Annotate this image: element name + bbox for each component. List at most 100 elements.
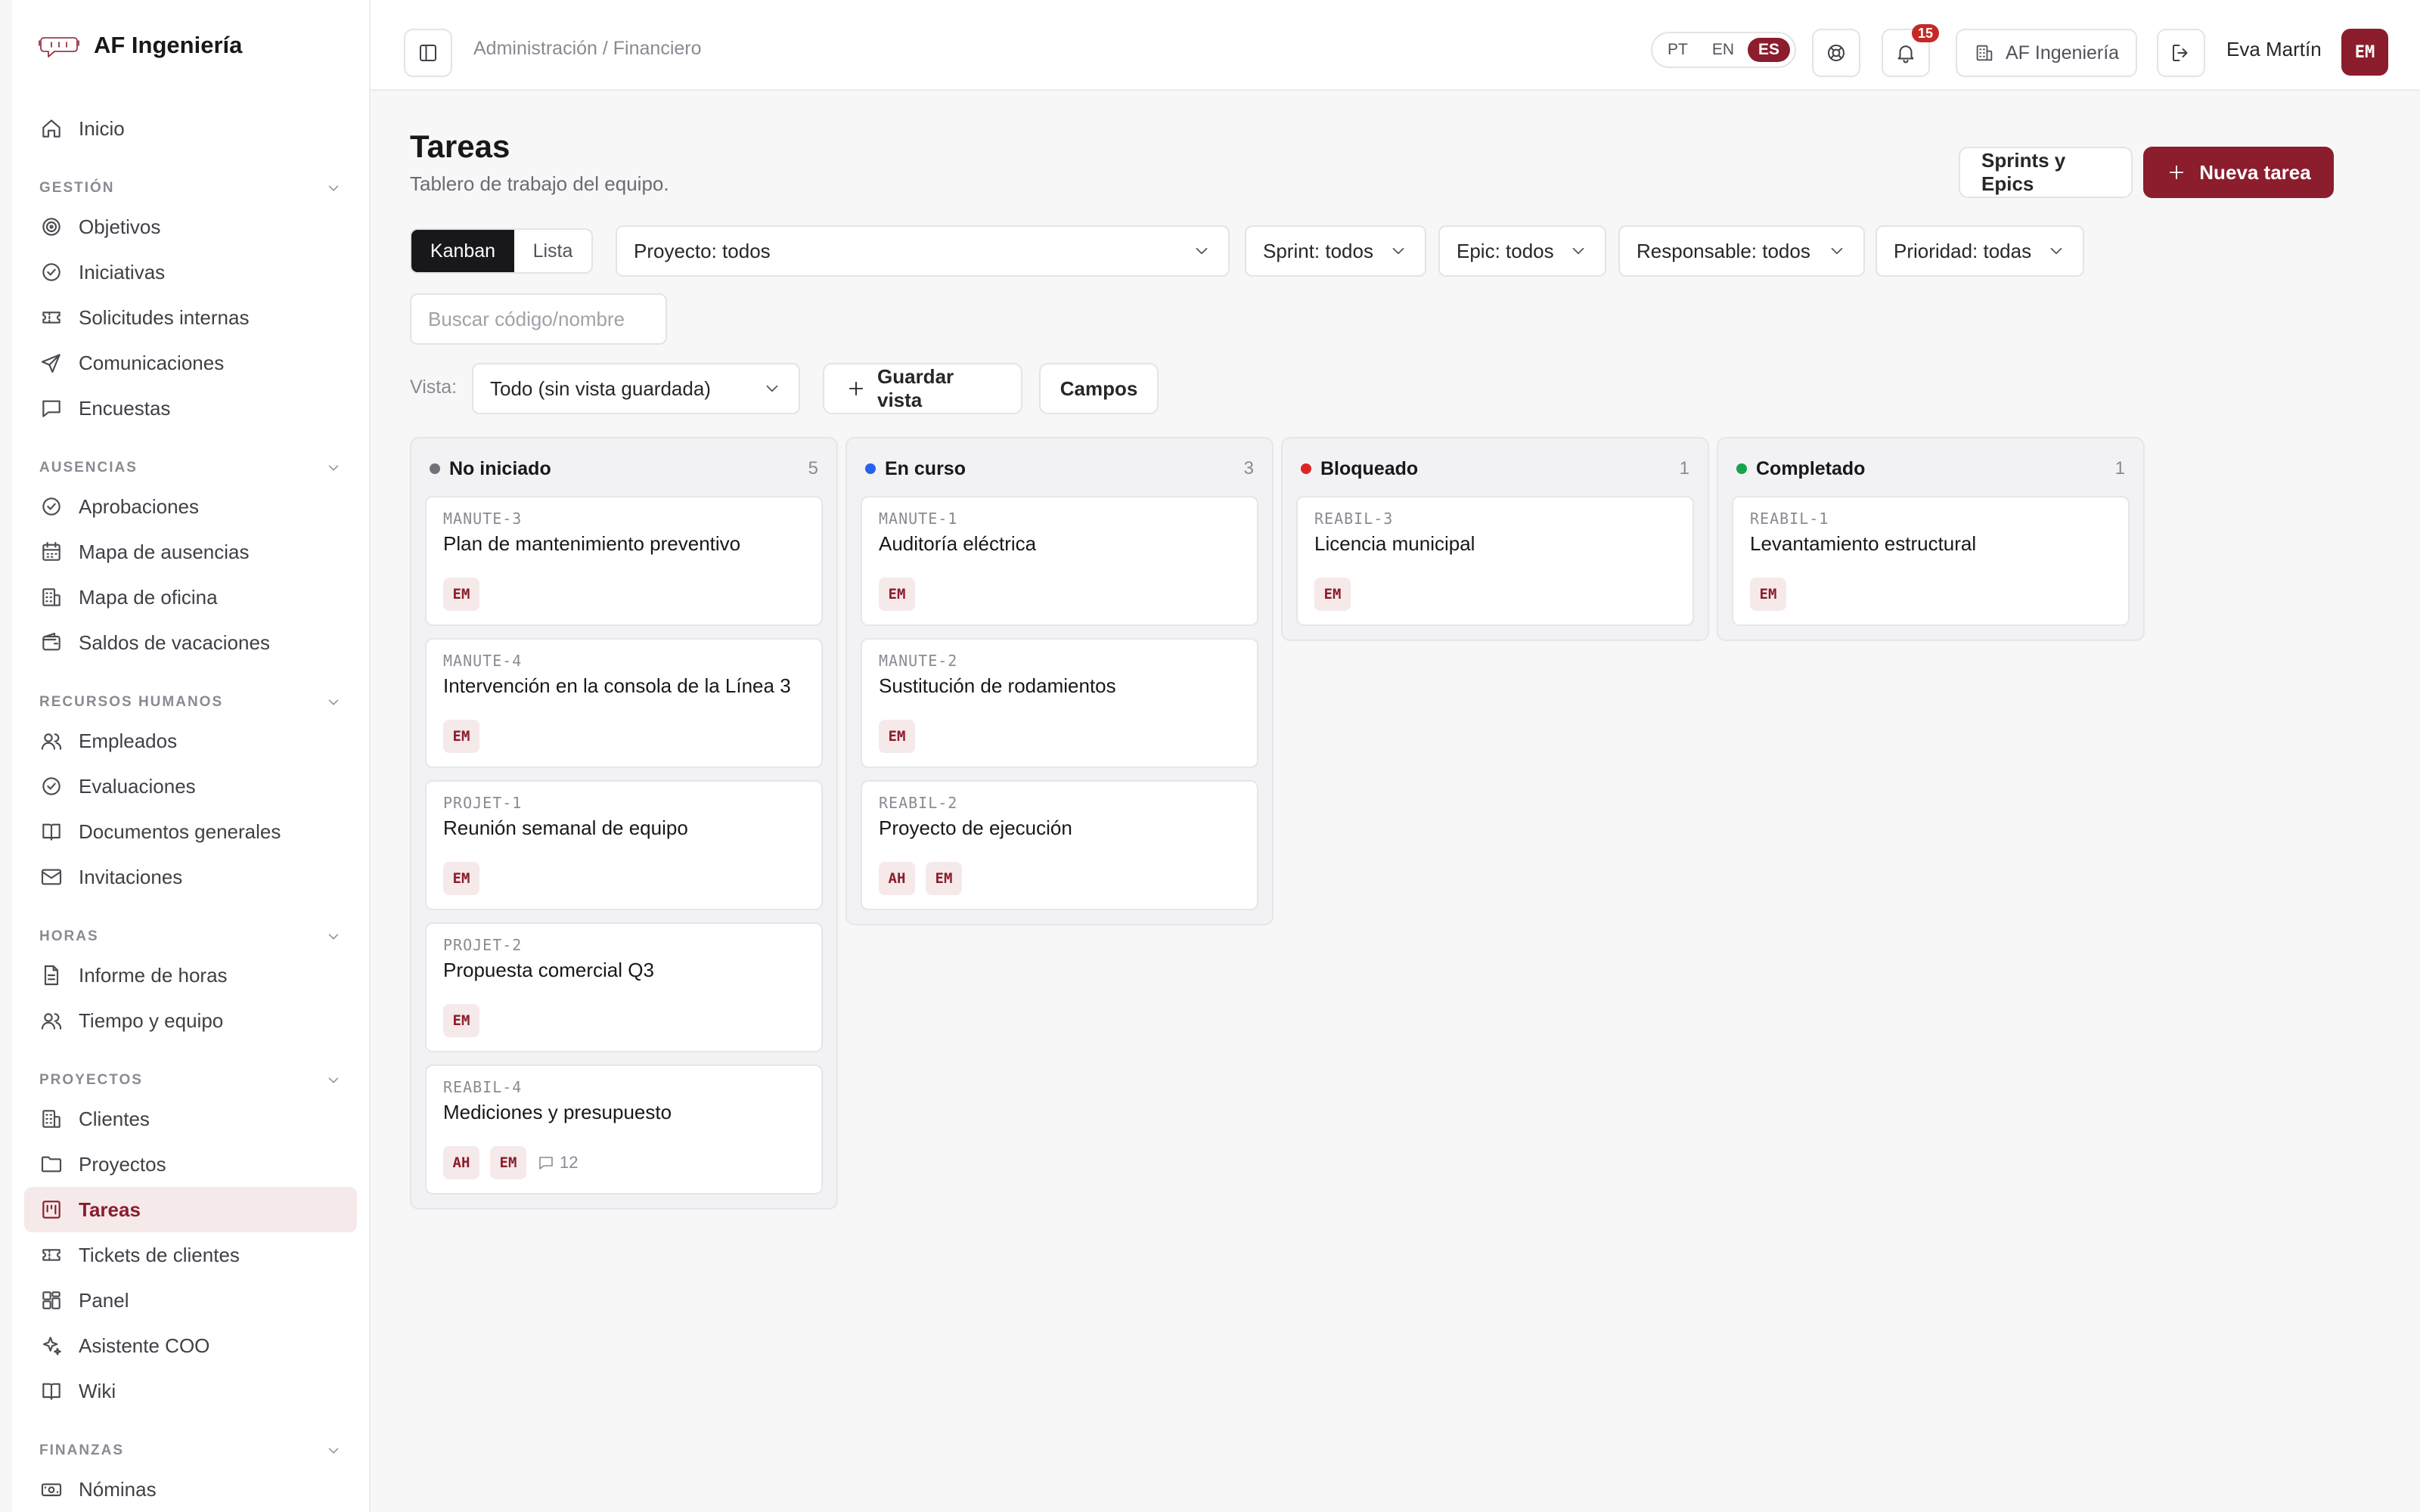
sidebar-item-tickets-de-clientes[interactable]: Tickets de clientes [24, 1232, 357, 1278]
sidebar-item-documentos-generales[interactable]: Documentos generales [24, 809, 357, 854]
task-card[interactable]: REABIL-2 Proyecto de ejecución AH EM [861, 780, 1258, 910]
column-header: Completado 1 [1732, 451, 2130, 487]
sidebar-section-recursos-humanos[interactable]: RECURSOS HUMANOS [24, 671, 357, 718]
sidebar-item-label: Wiki [79, 1379, 116, 1402]
new-task-button[interactable]: Nueva tarea [2143, 147, 2334, 198]
sidebar-section-finanzas[interactable]: FINANZAS [24, 1420, 357, 1467]
assignee-avatar: EM [443, 720, 479, 753]
task-card[interactable]: MANUTE-2 Sustitución de rodamientos EM [861, 638, 1258, 768]
sidebar-item-wiki[interactable]: Wiki [24, 1368, 357, 1414]
kanban-icon [39, 1198, 64, 1222]
sidebar-item-proyectos[interactable]: Proyectos [24, 1142, 357, 1187]
task-card[interactable]: PROJET-1 Reunión semanal de equipo EM [425, 780, 823, 910]
sidebar-item-tareas[interactable]: Tareas [24, 1187, 357, 1232]
column-header: Bloqueado 1 [1296, 451, 1694, 487]
logout-button[interactable] [2157, 29, 2205, 77]
sidebar-item-label: Tiempo y equipo [79, 1009, 224, 1032]
users-icon [39, 729, 64, 753]
sidebar-item-label: Documentos generales [79, 820, 281, 843]
chevron-down-icon [762, 379, 782, 398]
language-switcher[interactable]: PT EN ES [1651, 32, 1797, 68]
priority-filter[interactable]: Prioridad: todas [1876, 225, 2084, 277]
sidebar-item-nominas[interactable]: Nóminas [24, 1467, 357, 1512]
language-option-pt[interactable]: PT [1657, 38, 1699, 62]
language-option-en[interactable]: EN [1702, 38, 1745, 62]
lifebuoy-icon [1825, 42, 1848, 64]
company-name: AF Ingeniería [2006, 42, 2120, 64]
sidebar-item-iniciativas[interactable]: Iniciativas [24, 249, 357, 295]
task-title: Mediciones y presupuesto [443, 1101, 672, 1123]
sprints-epics-button[interactable]: Sprints y Epics [1959, 147, 2133, 198]
breadcrumb[interactable]: Administración / Financiero [473, 38, 702, 60]
sidebar-item-panel[interactable]: Panel [24, 1278, 357, 1323]
sidebar-item-objetivos[interactable]: Objetivos [24, 204, 357, 249]
saved-view-select[interactable]: Todo (sin vista guardada) [472, 363, 800, 414]
panel-left-icon [417, 42, 439, 64]
sidebar-item-invitaciones[interactable]: Invitaciones [24, 854, 357, 900]
user-name[interactable]: Eva Martín [2226, 38, 2322, 61]
task-card[interactable]: PROJET-2 Propuesta comercial Q3 EM [425, 922, 823, 1052]
user-avatar[interactable]: EM [2341, 29, 2388, 76]
chevron-down-icon [325, 1442, 342, 1459]
sidebar-item-asistente-coo[interactable]: Asistente COO [24, 1323, 357, 1368]
toggle-sidebar-button[interactable] [404, 29, 452, 77]
search-input[interactable] [410, 293, 667, 345]
company-selector[interactable]: AF Ingeniería [1956, 29, 2138, 77]
sprint-filter[interactable]: Sprint: todos [1245, 225, 1426, 277]
sidebar-item-label: Saldos de vacaciones [79, 631, 270, 654]
sidebar-item-comunicaciones[interactable]: Comunicaciones [24, 340, 357, 386]
save-view-label: Guardar vista [877, 365, 954, 411]
sidebar-item-encuestas[interactable]: Encuestas [24, 386, 357, 431]
task-title: Proyecto de ejecución [879, 816, 1072, 839]
column-title: Completado [1756, 457, 1866, 479]
sidebar-item-label: Tareas [79, 1198, 141, 1221]
sidebar-item-aprobaciones[interactable]: Aprobaciones [24, 484, 357, 529]
epic-filter[interactable]: Epic: todos [1438, 225, 1606, 277]
layout-grid-icon [39, 1288, 64, 1312]
chevron-down-icon [325, 180, 342, 197]
sidebar-item-label: Solicitudes internas [79, 305, 250, 329]
sidebar-item-mapa-de-ausencias[interactable]: Mapa de ausencias [24, 529, 357, 575]
sidebar-section-ausencias[interactable]: AUSENCIAS [24, 437, 357, 484]
view-toggle-lista[interactable]: Lista [514, 230, 591, 272]
view-toggle-kanban[interactable]: Kanban [411, 230, 514, 272]
sidebar-section-gestion[interactable]: GESTIÓN [24, 157, 357, 204]
task-title: Reunión semanal de equipo [443, 816, 688, 839]
sidebar-section-proyectos[interactable]: PROYECTOS [24, 1049, 357, 1096]
kanban-column-bloqueado: Bloqueado 1 REABIL-3 Licencia municipal EM [1281, 437, 1709, 641]
task-card[interactable]: MANUTE-1 Auditoría eléctrica EM [861, 496, 1258, 626]
sidebar-section-horas[interactable]: HORAS [24, 906, 357, 953]
assignee-avatar: EM [443, 862, 479, 895]
sidebar-item-tiempo-y-equipo[interactable]: Tiempo y equipo [24, 998, 357, 1043]
bell-icon [1894, 42, 1917, 64]
sidebar-item-informe-de-horas[interactable]: Informe de horas [24, 953, 357, 998]
sidebar-item-empleados[interactable]: Empleados [24, 718, 357, 764]
task-card[interactable]: REABIL-4 Mediciones y presupuesto AH EM 12 [425, 1064, 823, 1194]
task-card[interactable]: MANUTE-4 Intervención en la consola de la… [425, 638, 823, 768]
assignee-avatar: EM [1314, 578, 1351, 611]
ticket-icon [39, 305, 64, 330]
task-card[interactable]: REABIL-3 Licencia municipal EM [1296, 496, 1694, 626]
brand[interactable]: AF Ingeniería [38, 30, 242, 60]
comments-value: 12 [560, 1153, 579, 1172]
help-button[interactable] [1812, 29, 1860, 77]
sidebar-item-mapa-de-oficina[interactable]: Mapa de oficina [24, 575, 357, 620]
column-count: 1 [1679, 458, 1689, 479]
sidebar-item-evaluaciones[interactable]: Evaluaciones [24, 764, 357, 809]
sidebar-item-clientes[interactable]: Clientes [24, 1096, 357, 1142]
sidebar-item-inicio[interactable]: Inicio [24, 106, 357, 151]
save-view-button[interactable]: Guardar vista [823, 363, 1022, 414]
notifications-button[interactable]: 15 [1882, 24, 1939, 77]
task-card[interactable]: MANUTE-3 Plan de mantenimiento preventivo… [425, 496, 823, 626]
fields-button[interactable]: Campos [1039, 363, 1159, 414]
vista-label: Vista: [410, 376, 458, 398]
task-code: REABIL-1 [1750, 510, 1829, 528]
project-filter[interactable]: Proyecto: todos [616, 225, 1230, 277]
task-card[interactable]: REABIL-1 Levantamiento estructural EM [1732, 496, 2130, 626]
assignee-filter[interactable]: Responsable: todos [1618, 225, 1865, 277]
sidebar-section-title: RECURSOS HUMANOS [39, 694, 224, 710]
assignee-avatar: EM [1750, 578, 1786, 611]
sidebar-item-saldos-de-vacaciones[interactable]: Saldos de vacaciones [24, 620, 357, 665]
language-option-es[interactable]: ES [1748, 38, 1791, 62]
sidebar-item-solicitudes-internas[interactable]: Solicitudes internas [24, 295, 357, 340]
